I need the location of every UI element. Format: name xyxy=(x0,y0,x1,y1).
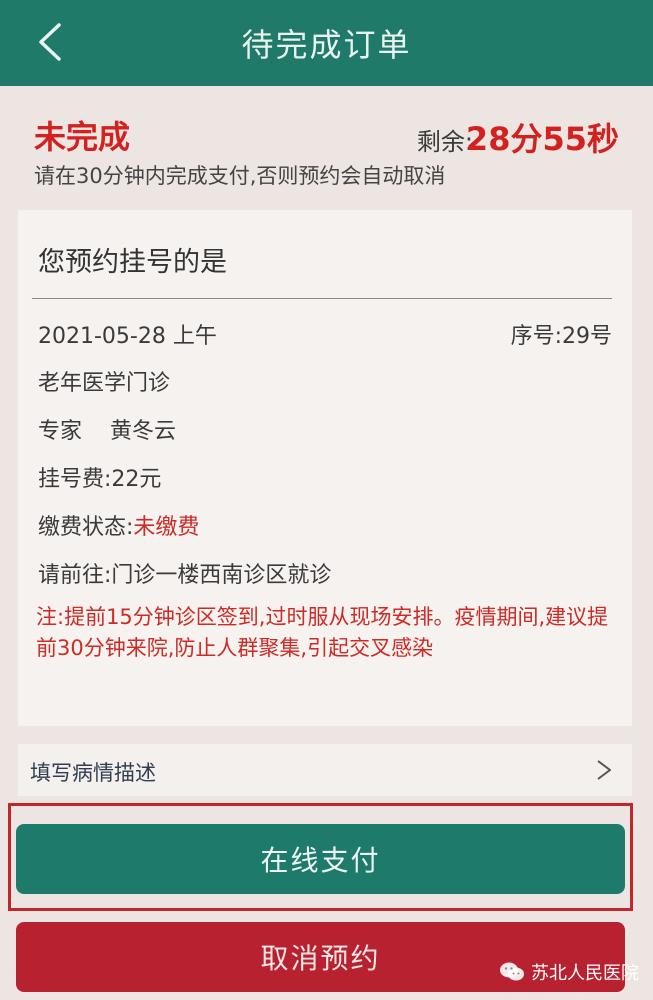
serial-label: 序号: xyxy=(510,324,562,349)
wechat-icon xyxy=(500,962,524,981)
order-status: 未完成 xyxy=(34,118,131,156)
payment-status-value: 未缴费 xyxy=(133,515,200,540)
fee-label: 挂号费: xyxy=(38,467,112,492)
fill-condition-description-row[interactable]: 填写病情描述 xyxy=(18,744,632,796)
card-title: 您预约挂号的是 xyxy=(38,247,227,278)
back-button[interactable] xyxy=(22,14,78,70)
payment-notice: 请在30分钟内完成支付,否则预约会自动取消 xyxy=(34,164,446,188)
serial-value: 29号 xyxy=(562,324,612,349)
chevron-right-icon xyxy=(597,760,611,780)
goto-row: 请前往:门诊一楼西南诊区就诊 xyxy=(38,557,331,589)
department: 老年医学门诊 xyxy=(38,371,171,396)
page-title: 待完成订单 xyxy=(241,26,412,64)
fee-row: 挂号费:22元 xyxy=(38,461,161,493)
divider xyxy=(32,298,612,299)
appointment-note: 注:提前15分钟诊区签到,过时服从现场安排。疫情期间,建议提前30分钟来院,防止… xyxy=(36,605,609,660)
serial-number: 序号:29号 xyxy=(511,318,612,350)
fee-value: 22元 xyxy=(111,467,162,492)
goto-label: 请前往: xyxy=(38,563,112,588)
doctor-row: 专家 黄冬云 xyxy=(38,413,176,445)
top-bar: 待完成订单 xyxy=(0,0,653,86)
watermark-text: 苏北人民医院 xyxy=(531,963,639,984)
fill-condition-label: 填写病情描述 xyxy=(30,761,156,785)
online-pay-button[interactable]: 在线支付 xyxy=(16,824,625,894)
doctor-title: 专家 xyxy=(38,419,83,444)
doctor-name: 黄冬云 xyxy=(110,419,177,444)
watermark: 苏北人民医院 xyxy=(499,958,639,986)
appointment-date: 2021-05-28 上午 xyxy=(38,324,217,349)
remaining-time: 28分55秒 xyxy=(465,120,619,158)
payment-status-label: 缴费状态: xyxy=(38,515,134,540)
goto-value: 门诊一楼西南诊区就诊 xyxy=(111,563,332,588)
remaining-label: 剩余: xyxy=(416,128,473,156)
order-status-row: 未完成 剩余: 28分55秒 xyxy=(30,112,623,158)
payment-status-row: 缴费状态:未缴费 xyxy=(38,509,199,541)
appointment-card: 您预约挂号的是 2021-05-28 上午 序号:29号 老年医学门诊 专家 黄冬… xyxy=(18,210,632,726)
chevron-left-icon xyxy=(39,23,61,61)
